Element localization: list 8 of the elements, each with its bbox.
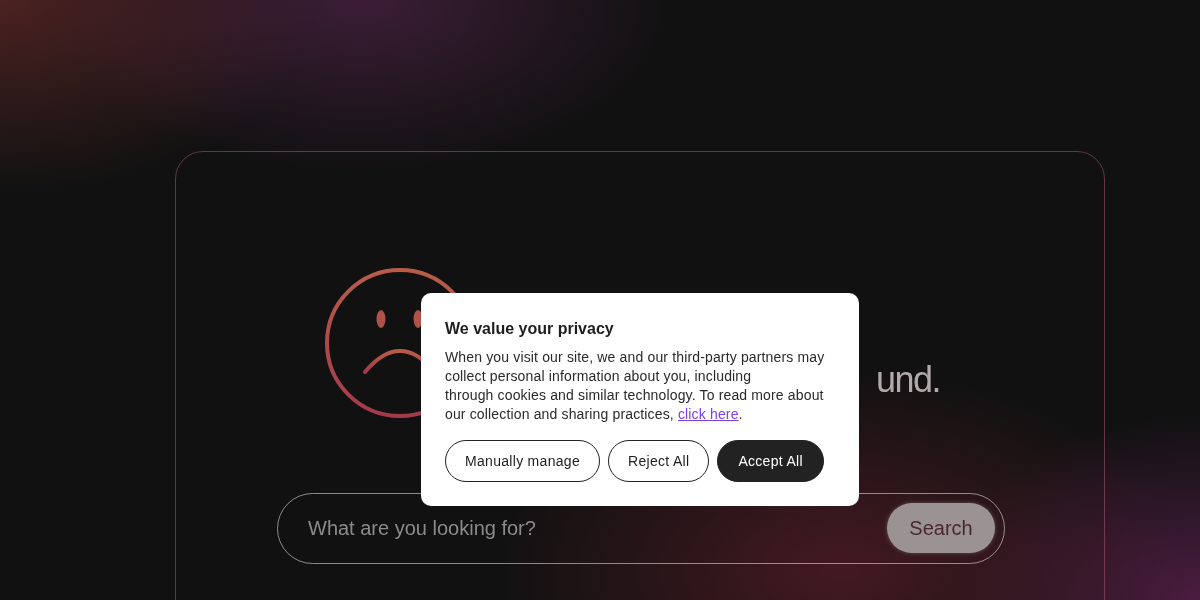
outline-button[interactable]: Manually manage <box>445 440 600 482</box>
dialog-title: We value your privacy <box>445 319 615 339</box>
dialog-text: When you visit our site, we and our third-party partners may collect personal information about you, including through cookies and similar technology. To read more about our collection and sharing practices, click here. <box>445 348 826 424</box>
privacy-link[interactable]: click here <box>677 406 739 422</box>
accept-button[interactable]: Accept All <box>717 440 824 482</box>
outline-button[interactable]: Reject All <box>608 440 710 482</box>
page-heading: und. <box>875 358 940 401</box>
search-button[interactable]: Search <box>887 503 995 553</box>
